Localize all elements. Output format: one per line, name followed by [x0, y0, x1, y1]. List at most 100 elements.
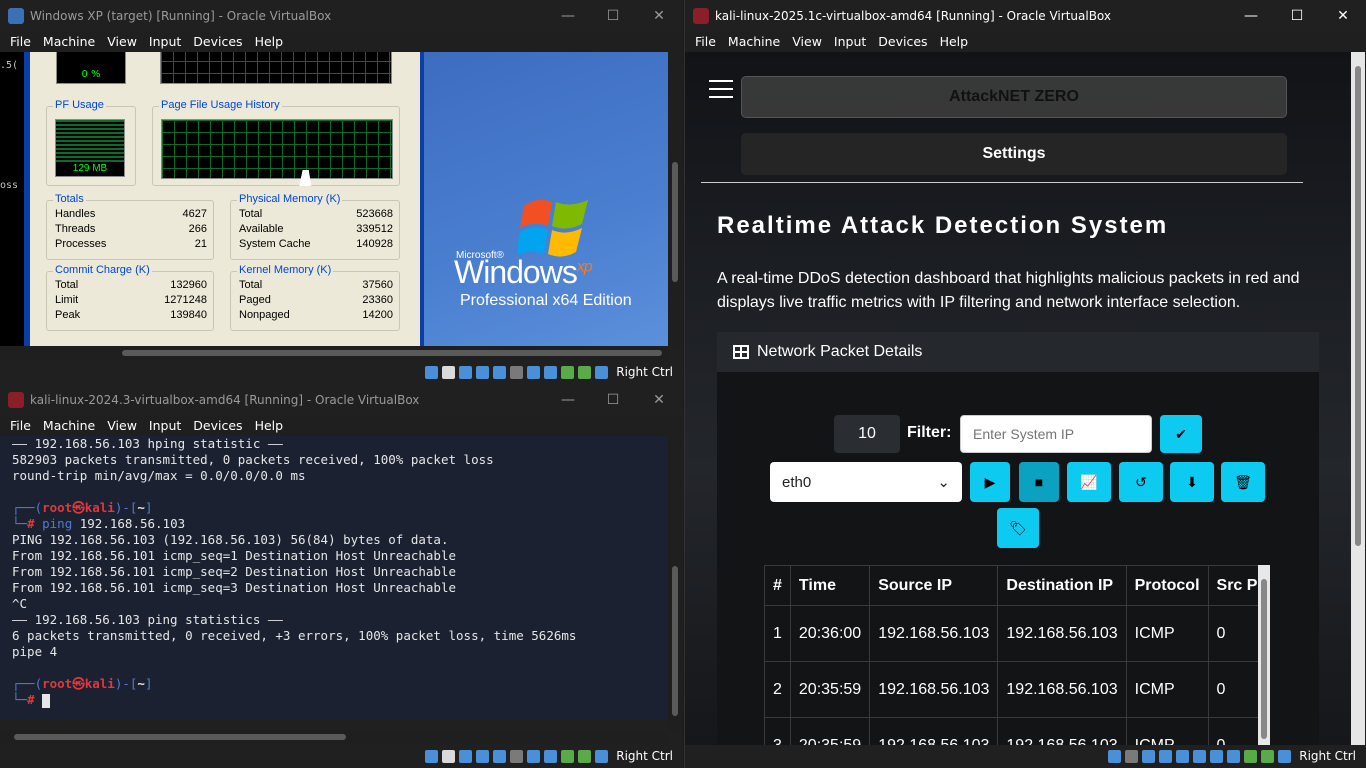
- minimize-button[interactable]: —: [545, 0, 591, 31]
- menu-machine[interactable]: Machine: [37, 418, 101, 433]
- menu-view[interactable]: View: [786, 34, 828, 49]
- table-header-row: # Time Source IP Destination IP Protocol…: [764, 565, 1258, 606]
- menu-machine[interactable]: Machine: [37, 34, 101, 49]
- stop-capture-button[interactable]: ■: [1019, 462, 1059, 502]
- menu-file[interactable]: File: [689, 34, 722, 49]
- totals-title: Totals: [53, 193, 86, 205]
- check-icon: ✔: [1175, 425, 1187, 442]
- vertical-scrollbar[interactable]: [668, 436, 682, 730]
- shared-folders-icon[interactable]: [1193, 749, 1207, 763]
- keyboard-icon[interactable]: [595, 749, 609, 763]
- recording-icon[interactable]: [1227, 749, 1241, 763]
- shared-folders-icon[interactable]: [510, 749, 524, 763]
- keyboard-icon[interactable]: [1278, 749, 1292, 763]
- menu-file[interactable]: File: [4, 34, 37, 49]
- usb-icon[interactable]: [1176, 749, 1190, 763]
- close-button[interactable]: ✕: [1320, 0, 1366, 31]
- mouse-integration-icon[interactable]: [578, 365, 592, 379]
- history-button[interactable]: ↺: [1119, 462, 1163, 502]
- start-capture-button[interactable]: ▶: [970, 462, 1010, 502]
- maximize-button[interactable]: ☐: [590, 384, 636, 415]
- stat-row: Limit 1271248: [55, 294, 207, 306]
- menubar: File Machine View Input Devices Help: [0, 31, 683, 52]
- chart-button[interactable]: 📈: [1067, 462, 1111, 502]
- network-icon[interactable]: [1159, 749, 1173, 763]
- menu-machine[interactable]: Machine: [722, 34, 786, 49]
- packet-table: # Time Source IP Destination IP Protocol…: [764, 565, 1258, 745]
- vbox-window-kali-2025[interactable]: kali-linux-2025.1c-virtualbox-amd64 [Run…: [684, 0, 1366, 768]
- menu-input[interactable]: Input: [143, 34, 187, 49]
- cpu-icon[interactable]: [561, 365, 575, 379]
- packet-count-box[interactable]: 10: [834, 415, 900, 453]
- menu-devices[interactable]: Devices: [187, 418, 248, 433]
- mouse-integration-icon[interactable]: [1261, 749, 1275, 763]
- titlebar[interactable]: Windows XP (target) [Running] - Oracle V…: [0, 0, 683, 31]
- tag-button[interactable]: 🏷: [997, 508, 1039, 548]
- network-icon[interactable]: [476, 749, 490, 763]
- recording-icon[interactable]: [544, 749, 558, 763]
- apply-filter-button[interactable]: ✔: [1160, 415, 1202, 453]
- optical-drive-icon[interactable]: [442, 365, 456, 379]
- menu-help[interactable]: Help: [249, 418, 290, 433]
- display-icon[interactable]: [1210, 749, 1224, 763]
- cpu-icon[interactable]: [561, 749, 575, 763]
- hamburger-menu-icon[interactable]: [709, 80, 733, 98]
- recording-icon[interactable]: [544, 365, 558, 379]
- stat-row: Total 37560: [239, 279, 393, 291]
- menu-devices[interactable]: Devices: [872, 34, 933, 49]
- mouse-integration-icon[interactable]: [578, 749, 592, 763]
- display-icon[interactable]: [527, 365, 541, 379]
- menu-help[interactable]: Help: [249, 34, 290, 49]
- vertical-scrollbar[interactable]: [1351, 52, 1365, 745]
- menu-input[interactable]: Input: [828, 34, 872, 49]
- horizontal-scrollbar[interactable]: [0, 346, 668, 360]
- interface-select[interactable]: eth0 ⌄: [770, 462, 962, 502]
- vbox-window-winxp[interactable]: Windows XP (target) [Running] - Oracle V…: [0, 0, 683, 384]
- menu-file[interactable]: File: [4, 418, 37, 433]
- vertical-scrollbar[interactable]: [668, 52, 682, 346]
- keyboard-icon[interactable]: [595, 365, 609, 379]
- maximize-button[interactable]: ☐: [590, 0, 636, 31]
- close-button[interactable]: ✕: [636, 0, 682, 31]
- menu-view[interactable]: View: [101, 418, 143, 433]
- menu-view[interactable]: View: [101, 34, 143, 49]
- titlebar[interactable]: kali-linux-2025.1c-virtualbox-amd64 [Run…: [685, 0, 1366, 31]
- hdd-icon[interactable]: [1108, 749, 1122, 763]
- minimize-button[interactable]: —: [1228, 0, 1274, 31]
- audio-icon[interactable]: [459, 365, 473, 379]
- usb-icon[interactable]: [493, 749, 507, 763]
- terminal-line: └─#: [12, 692, 656, 708]
- cpu-icon[interactable]: [1244, 749, 1258, 763]
- col-header: Protocol: [1125, 565, 1209, 606]
- audio-icon[interactable]: [1142, 749, 1156, 763]
- audio-icon[interactable]: [459, 749, 473, 763]
- vm-screen[interactable]: AttackNET ZERO Settings Realtime Attack …: [685, 52, 1353, 745]
- close-button[interactable]: ✕: [636, 384, 682, 415]
- menubar: File Machine View Input Devices Help: [0, 415, 683, 436]
- menu-devices[interactable]: Devices: [187, 34, 248, 49]
- table-scrollbar[interactable]: [1258, 565, 1270, 745]
- menu-help[interactable]: Help: [934, 34, 975, 49]
- menu-input[interactable]: Input: [143, 418, 187, 433]
- nav-brand-button[interactable]: AttackNET ZERO: [741, 76, 1287, 118]
- horizontal-scrollbar[interactable]: [0, 730, 668, 744]
- titlebar[interactable]: kali-linux-2024.3-virtualbox-amd64 [Runn…: [0, 384, 683, 415]
- download-button[interactable]: ⬇: [1170, 462, 1214, 502]
- shared-folders-icon[interactable]: [510, 365, 524, 379]
- nav-settings-button[interactable]: Settings: [741, 133, 1287, 175]
- minimize-button[interactable]: —: [545, 384, 591, 415]
- vbox-window-kali-2024[interactable]: kali-linux-2024.3-virtualbox-amd64 [Runn…: [0, 384, 683, 768]
- vm-screen[interactable]: .5( oss 0 % PF Usage 129 MB Page File Us…: [0, 52, 668, 346]
- optical-drive-icon[interactable]: [442, 749, 456, 763]
- optical-drive-icon[interactable]: [1125, 749, 1139, 763]
- filter-ip-input[interactable]: [960, 415, 1152, 453]
- usb-icon[interactable]: [493, 365, 507, 379]
- hdd-icon[interactable]: [425, 365, 439, 379]
- terminal[interactable]: —— 192.168.56.103 hping statistic —— 5829…: [0, 436, 668, 720]
- maximize-button[interactable]: ☐: [1274, 0, 1320, 31]
- display-icon[interactable]: [527, 749, 541, 763]
- network-icon[interactable]: [476, 365, 490, 379]
- hdd-icon[interactable]: [425, 749, 439, 763]
- delete-button[interactable]: 🗑: [1221, 462, 1265, 502]
